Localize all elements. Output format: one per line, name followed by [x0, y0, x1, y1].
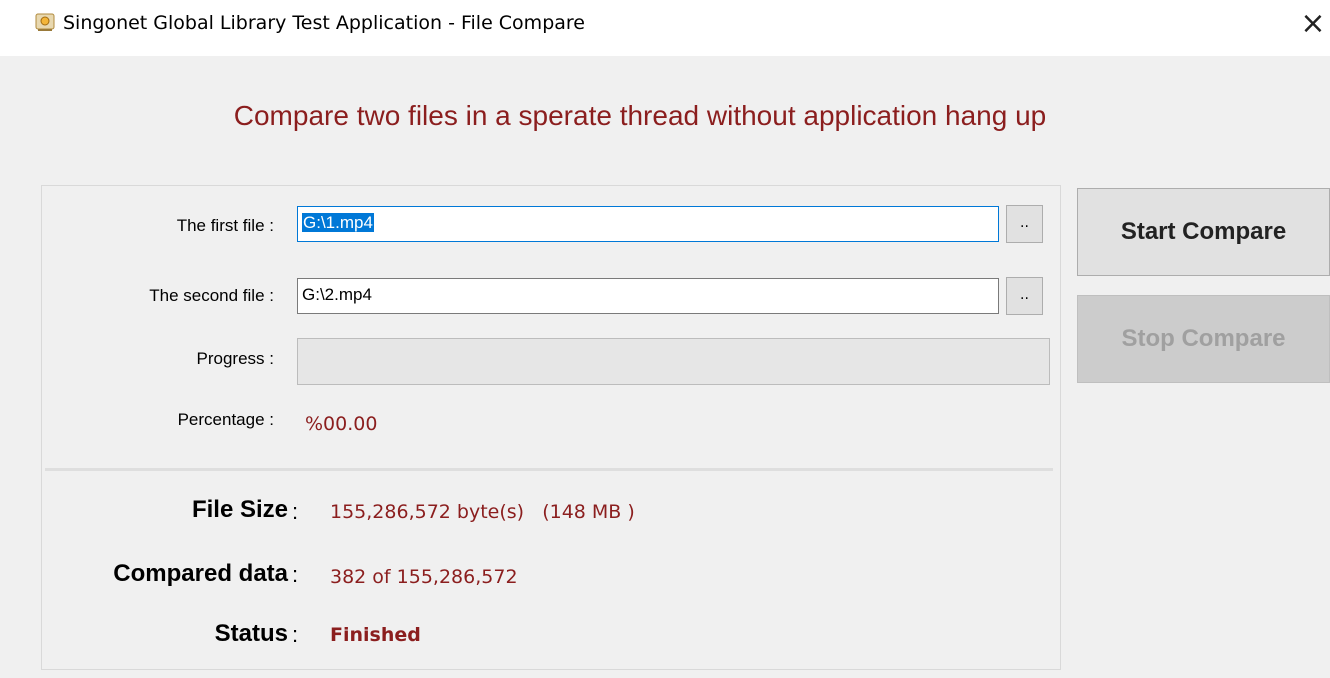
first-file-value: G:\1.mp4: [302, 213, 374, 232]
start-compare-button[interactable]: Start Compare: [1077, 188, 1330, 276]
percentage-value: %00.00: [305, 413, 378, 435]
second-file-value: G:\2.mp4: [302, 285, 372, 304]
file-size-value: 155,286,572 byte(s) (148 MB ): [330, 501, 635, 523]
compared-data-value: 382 of 155,286,572: [330, 566, 518, 588]
title-bar: Singonet Global Library Test Application…: [0, 0, 1330, 56]
status-value: Finished: [330, 624, 421, 646]
divider: [45, 468, 1053, 471]
file-size-colon: :: [292, 499, 299, 524]
second-file-browse-button[interactable]: ..: [1006, 277, 1043, 315]
compared-data-label: Compared data: [113, 560, 288, 587]
progress-bar: [297, 338, 1050, 385]
second-file-label: The second file :: [149, 286, 274, 305]
status-colon: :: [292, 622, 299, 647]
first-file-browse-button[interactable]: ..: [1006, 205, 1043, 243]
first-file-field[interactable]: G:\1.mp4: [297, 206, 999, 242]
second-file-field[interactable]: G:\2.mp4: [297, 278, 999, 314]
status-label: Status: [214, 620, 288, 647]
page-headline: Compare two files in a sperate thread wi…: [233, 100, 1047, 131]
file-size-label: File Size: [191, 496, 288, 523]
first-file-label: The first file :: [176, 216, 274, 235]
close-icon[interactable]: ×: [1296, 4, 1330, 44]
window-title: Singonet Global Library Test Application…: [63, 12, 585, 34]
progress-label: Progress :: [196, 349, 274, 368]
compared-data-colon: :: [292, 562, 299, 587]
app-icon: [35, 13, 55, 31]
percentage-label: Percentage :: [177, 410, 274, 429]
stop-compare-button[interactable]: Stop Compare: [1077, 295, 1330, 383]
